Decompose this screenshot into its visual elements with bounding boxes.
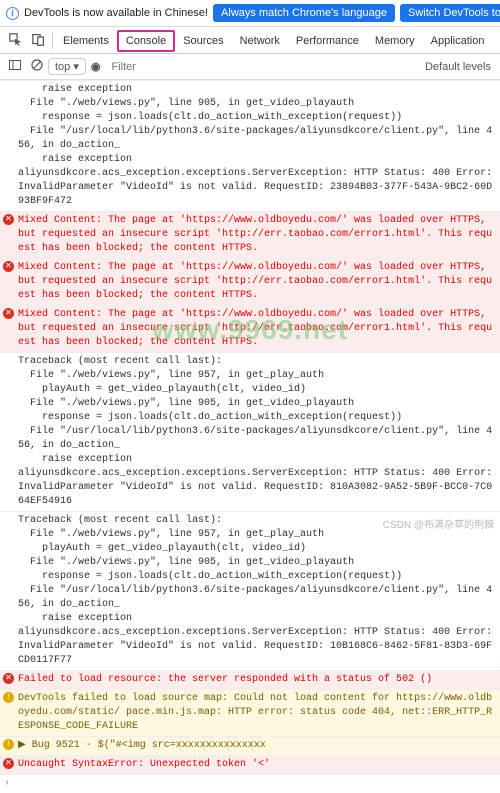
info-bar: i DevTools is now available in Chinese! …: [0, 0, 500, 27]
inspect-icon[interactable]: [4, 29, 27, 53]
live-expression-icon[interactable]: ◉: [86, 57, 106, 76]
console-toolbar: top ▾ ◉ Default levels: [0, 54, 500, 80]
sidebar-toggle-icon[interactable]: [4, 56, 26, 77]
tab-console[interactable]: Console: [117, 30, 175, 52]
devtools-tabs: Elements Console Sources Network Perform…: [0, 27, 500, 54]
console-entry-trace: Traceback (most recent call last): File …: [0, 511, 500, 670]
match-language-button[interactable]: Always match Chrome's language: [213, 4, 395, 22]
info-icon: i: [6, 7, 19, 20]
filter-input[interactable]: [109, 60, 419, 74]
prompt-icon: ›: [4, 777, 10, 791]
footer-attribution: CSDN @布满杂草的荆棘: [383, 516, 494, 531]
device-toolbar-icon[interactable]: [27, 29, 50, 53]
console-entry-trace: raise exception File "./web/views.py", l…: [0, 80, 500, 211]
tab-security[interactable]: Security: [492, 30, 500, 52]
error-icon: ✕: [3, 758, 14, 769]
clear-console-icon[interactable]: [26, 56, 48, 77]
tab-network[interactable]: Network: [232, 30, 288, 52]
tab-application[interactable]: Application: [423, 30, 493, 52]
console-output: raise exception File "./web/views.py", l…: [0, 80, 500, 793]
tab-performance[interactable]: Performance: [288, 30, 367, 52]
log-levels-selector[interactable]: Default levels: [420, 58, 496, 76]
tab-elements[interactable]: Elements: [55, 30, 117, 52]
console-entry-trace: Traceback (most recent call last): File …: [0, 352, 500, 511]
console-entry-err: ✕Mixed Content: The page at 'https://www…: [0, 305, 500, 352]
error-icon: ✕: [3, 214, 14, 225]
console-entry-err: ✕Uncaught SyntaxError: Unexpected token …: [0, 755, 500, 774]
warning-icon: !: [3, 739, 14, 750]
info-text: DevTools is now available in Chinese!: [24, 7, 208, 19]
tab-memory[interactable]: Memory: [367, 30, 423, 52]
console-entry-warn: !▶ Bug 9521 - $("#<img src=xxxxxxxxxxxxx…: [0, 736, 500, 755]
error-icon: ✕: [3, 261, 14, 272]
error-icon: ✕: [3, 308, 14, 319]
console-entry-err: ✕Mixed Content: The page at 'https://www…: [0, 211, 500, 258]
context-selector[interactable]: top ▾: [48, 58, 86, 75]
console-entry-err: ✕Mixed Content: The page at 'https://www…: [0, 258, 500, 305]
switch-chinese-button[interactable]: Switch DevTools to Chinese: [400, 4, 500, 22]
error-icon: ✕: [3, 673, 14, 684]
console-entry-warn: !DevTools failed to load source map: Cou…: [0, 689, 500, 736]
console-entry-err: ✕Failed to load resource: the server res…: [0, 670, 500, 689]
console-prompt[interactable]: ›: [0, 774, 500, 793]
divider: [52, 33, 53, 49]
warning-icon: !: [3, 692, 14, 703]
tab-sources[interactable]: Sources: [175, 30, 231, 52]
